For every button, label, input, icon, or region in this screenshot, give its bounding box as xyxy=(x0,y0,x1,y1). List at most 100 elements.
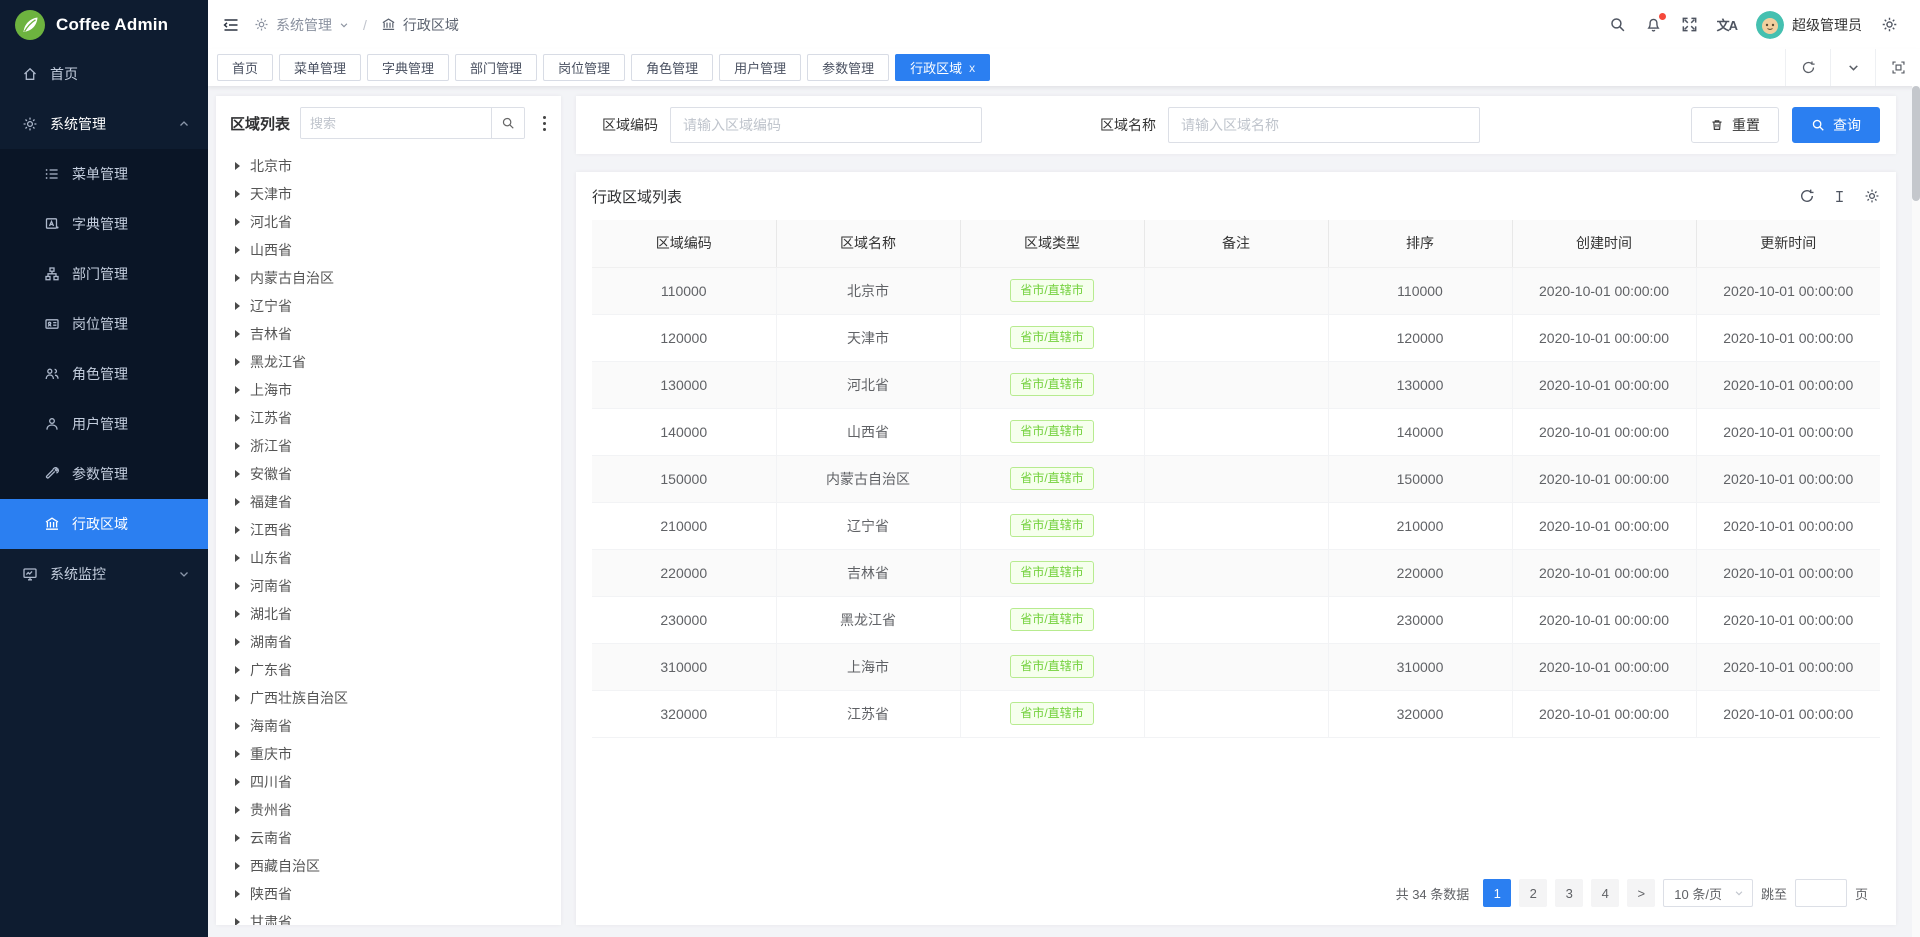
tree-node-label: 河北省 xyxy=(250,212,292,232)
sidebar-item-menu-management[interactable]: 菜单管理 xyxy=(0,149,208,199)
tree-node[interactable]: 云南省 xyxy=(226,824,551,852)
cell-region-code: 130000 xyxy=(592,361,776,408)
tab-dict-management[interactable]: 字典管理 xyxy=(367,54,449,81)
refresh-icon[interactable] xyxy=(1799,188,1815,204)
tree-node[interactable]: 天津市 xyxy=(226,180,551,208)
reset-button[interactable]: 重置 xyxy=(1691,107,1779,143)
tree-node[interactable]: 江苏省 xyxy=(226,404,551,432)
region-type-badge: 省市/直辖市 xyxy=(1010,279,1093,303)
tree-node[interactable]: 重庆市 xyxy=(226,740,551,768)
search-button[interactable]: 查询 xyxy=(1792,107,1880,143)
menu-fold-icon[interactable] xyxy=(222,16,240,34)
tree-node[interactable]: 广东省 xyxy=(226,656,551,684)
fullscreen-icon[interactable] xyxy=(1681,16,1698,33)
cell-region-code: 140000 xyxy=(592,408,776,455)
tree-node[interactable]: 陕西省 xyxy=(226,880,551,908)
tree-node[interactable]: 贵州省 xyxy=(226,796,551,824)
page-button-1[interactable]: 1 xyxy=(1483,879,1511,907)
tree-node[interactable]: 湖北省 xyxy=(226,600,551,628)
translate-icon[interactable]: 文A xyxy=(1717,15,1737,34)
sidebar-item-dept-management[interactable]: 部门管理 xyxy=(0,249,208,299)
tree-node[interactable]: 广西壮族自治区 xyxy=(226,684,551,712)
tab-post-management[interactable]: 岗位管理 xyxy=(543,54,625,81)
table-row: 230000 黑龙江省 省市/直辖市 230000 2020-10-01 00:… xyxy=(592,596,1880,643)
tree-node[interactable]: 西藏自治区 xyxy=(226,852,551,880)
region-code-label: 区域编码 xyxy=(602,115,658,135)
tree-node[interactable]: 北京市 xyxy=(226,152,551,180)
tree-node[interactable]: 甘肃省 xyxy=(226,908,551,925)
tab-user-management[interactable]: 用户管理 xyxy=(719,54,801,81)
tree-node[interactable]: 吉林省 xyxy=(226,320,551,348)
cell-remark xyxy=(1144,314,1328,361)
settings-gear-icon[interactable] xyxy=(1881,16,1898,33)
row-height-icon[interactable] xyxy=(1832,189,1847,204)
caret-right-icon xyxy=(235,666,240,674)
tab-param-management[interactable]: 参数管理 xyxy=(807,54,889,81)
tree-node[interactable]: 辽宁省 xyxy=(226,292,551,320)
sidebar-item-post-management[interactable]: 岗位管理 xyxy=(0,299,208,349)
column-settings-gear-icon[interactable] xyxy=(1864,188,1880,204)
cell-region-name: 上海市 xyxy=(776,643,960,690)
tree-node[interactable]: 海南省 xyxy=(226,712,551,740)
sidebar-item-system-management[interactable]: 系统管理 xyxy=(0,99,208,149)
kebab-menu-icon[interactable] xyxy=(535,112,553,135)
notification-bell-icon[interactable] xyxy=(1645,16,1662,33)
cell-updated-time: 2020-10-01 00:00:00 xyxy=(1696,408,1880,455)
page-size-select[interactable]: 10 条/页 xyxy=(1663,879,1753,907)
table-row: 110000 北京市 省市/直辖市 110000 2020-10-01 00:0… xyxy=(592,267,1880,314)
jump-page-input[interactable] xyxy=(1795,879,1847,907)
sidebar-item-role-management[interactable]: 角色管理 xyxy=(0,349,208,399)
maximize-icon[interactable] xyxy=(1875,49,1920,86)
chevron-down-icon[interactable] xyxy=(1830,49,1875,86)
sidebar-item-region[interactable]: 行政区域 xyxy=(0,499,208,549)
cell-sort: 130000 xyxy=(1328,361,1512,408)
breadcrumb-parent[interactable]: 系统管理 xyxy=(254,15,349,35)
page-button-2[interactable]: 2 xyxy=(1519,879,1547,907)
tree-node[interactable]: 上海市 xyxy=(226,376,551,404)
tab-menu-management[interactable]: 菜单管理 xyxy=(279,54,361,81)
tree-node[interactable]: 福建省 xyxy=(226,488,551,516)
trash-icon xyxy=(1710,118,1724,132)
tree-node[interactable]: 河北省 xyxy=(226,208,551,236)
sidebar-item-label: 系统管理 xyxy=(50,114,106,134)
cell-sort: 150000 xyxy=(1328,455,1512,502)
tree-node[interactable]: 内蒙古自治区 xyxy=(226,264,551,292)
tree-node[interactable]: 安徽省 xyxy=(226,460,551,488)
tree-node[interactable]: 山西省 xyxy=(226,236,551,264)
tab-home[interactable]: 首页 xyxy=(217,54,273,81)
tree-search-button[interactable] xyxy=(491,108,524,138)
table-header: 区域编码区域名称区域类型备注排序创建时间更新时间 xyxy=(592,220,1880,267)
tree-node[interactable]: 山东省 xyxy=(226,544,551,572)
refresh-icon[interactable] xyxy=(1785,49,1830,86)
region-code-input[interactable] xyxy=(670,107,982,143)
tab-role-management[interactable]: 角色管理 xyxy=(631,54,713,81)
tree-node[interactable]: 河南省 xyxy=(226,572,551,600)
tab-region-active[interactable]: 行政区域 x xyxy=(895,54,990,81)
user-menu[interactable]: 超级管理员 xyxy=(1756,11,1862,39)
tree-node-label: 陕西省 xyxy=(250,884,292,904)
tree-node[interactable]: 湖南省 xyxy=(226,628,551,656)
tree-node[interactable]: 黑龙江省 xyxy=(226,348,551,376)
sidebar-item-home[interactable]: 首页 xyxy=(0,49,208,99)
tab-dept-management[interactable]: 部门管理 xyxy=(455,54,537,81)
page-button-4[interactable]: 4 xyxy=(1591,879,1619,907)
sidebar-item-user-management[interactable]: 用户管理 xyxy=(0,399,208,449)
sidebar-item-param-management[interactable]: 参数管理 xyxy=(0,449,208,499)
tree-node[interactable]: 四川省 xyxy=(226,768,551,796)
page-button-3[interactable]: 3 xyxy=(1555,879,1583,907)
caret-right-icon xyxy=(235,302,240,310)
sidebar-item-dict-management[interactable]: 字典管理 xyxy=(0,199,208,249)
tab-close-icon[interactable]: x xyxy=(969,62,975,74)
region-name-input[interactable] xyxy=(1168,107,1480,143)
tree-node[interactable]: 江西省 xyxy=(226,516,551,544)
cell-remark xyxy=(1144,502,1328,549)
search-icon[interactable] xyxy=(1609,16,1626,33)
table-row: 210000 辽宁省 省市/直辖市 210000 2020-10-01 00:0… xyxy=(592,502,1880,549)
scrollbar-thumb[interactable] xyxy=(1912,86,1920,201)
sidebar-item-label: 首页 xyxy=(50,64,78,84)
app-logo[interactable]: Coffee Admin xyxy=(0,0,208,49)
sidebar-item-system-monitor[interactable]: 系统监控 xyxy=(0,549,208,599)
tree-node[interactable]: 浙江省 xyxy=(226,432,551,460)
next-page-button[interactable]: > xyxy=(1627,879,1655,907)
tree-search-input[interactable] xyxy=(301,108,491,138)
